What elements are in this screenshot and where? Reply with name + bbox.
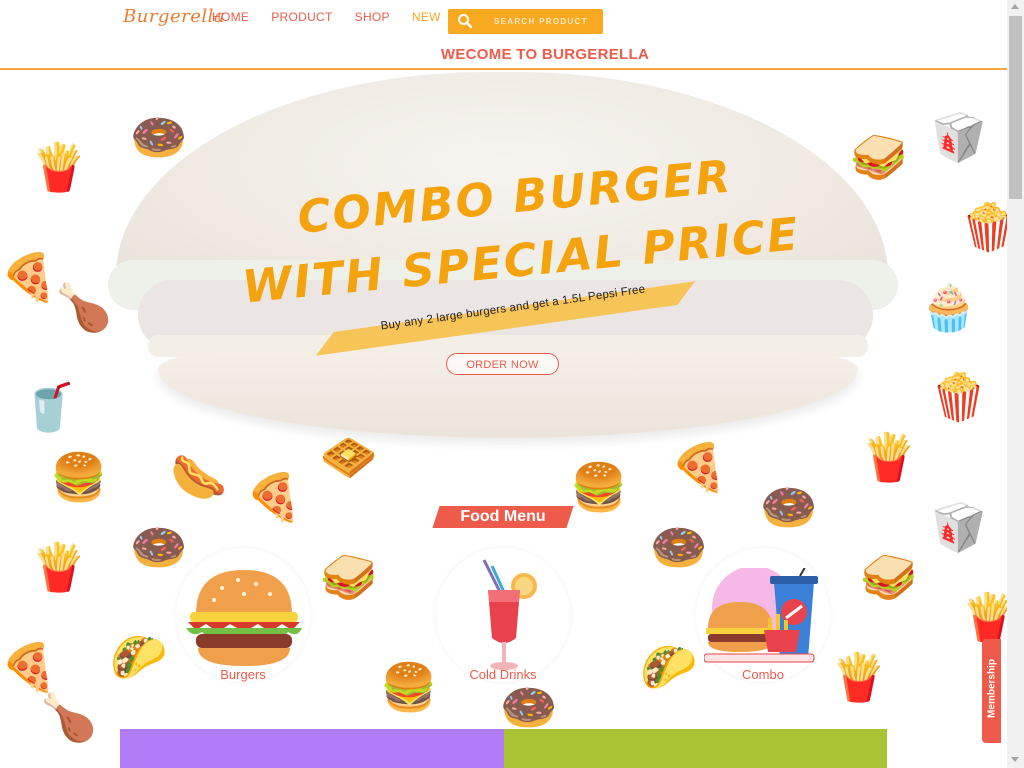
- page: 🍟 🍩 🍕 🍗 🥤 🥪 🥡 🍿 🧁 🍿 🍔 🌭 🍕 🧇 🍔 🍕 🍩 🍟 🥡 🍟 …: [0, 0, 1007, 768]
- brand-logo[interactable]: Burgerella: [123, 6, 225, 27]
- cocktail-icon: [482, 559, 537, 670]
- membership-label[interactable]: Membership: [987, 641, 998, 737]
- nav-home[interactable]: HOME: [212, 10, 249, 24]
- combo-meal-icon: [704, 568, 818, 663]
- category-cold-drinks[interactable]: Cold Drinks: [436, 548, 576, 688]
- site-header: Burgerella HOME PRODUCT SHOP NEW SEARCH …: [0, 0, 1007, 70]
- burger-icon: [186, 570, 302, 666]
- promo-banner-purple[interactable]: [120, 729, 504, 768]
- hero-banner: COMBO BURGER WITH SPECIAL PRICE Buy any …: [108, 70, 898, 442]
- search-input[interactable]: SEARCH PRODUCT: [494, 17, 588, 26]
- nav-new[interactable]: NEW: [412, 10, 441, 24]
- nav-shop[interactable]: SHOP: [355, 10, 390, 24]
- promo-banner-green[interactable]: [504, 729, 887, 768]
- category-burgers[interactable]: Burgers: [176, 548, 316, 688]
- category-label-burgers[interactable]: Burgers: [176, 667, 310, 682]
- scroll-up-arrow-icon[interactable]: [1011, 4, 1019, 9]
- category-label-combo[interactable]: Combo: [696, 667, 830, 682]
- scrollbar-thumb[interactable]: [1009, 16, 1022, 199]
- search-icon[interactable]: [457, 13, 473, 29]
- membership-tab[interactable]: Membership: [982, 639, 1001, 743]
- welcome-heading: WECOME TO BURGERELLA: [440, 46, 650, 63]
- category-combo[interactable]: Combo: [696, 548, 836, 688]
- category-label-cold-drinks[interactable]: Cold Drinks: [436, 667, 570, 682]
- main-nav: HOME PRODUCT SHOP NEW: [212, 10, 463, 24]
- nav-product[interactable]: PRODUCT: [271, 10, 332, 24]
- food-menu-title: Food Menu: [432, 506, 574, 528]
- vertical-scrollbar[interactable]: [1007, 0, 1024, 768]
- search-bar[interactable]: SEARCH PRODUCT: [448, 9, 603, 34]
- scroll-down-arrow-icon[interactable]: [1011, 757, 1019, 762]
- order-now-button[interactable]: ORDER NOW: [446, 353, 559, 375]
- food-menu-title-text: Food Menu: [460, 508, 546, 525]
